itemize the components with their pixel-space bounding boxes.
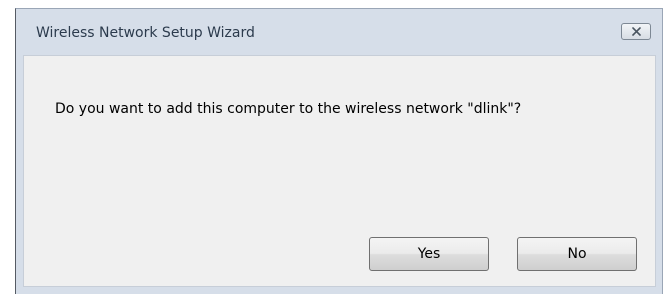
- no-button[interactable]: No: [517, 237, 637, 271]
- close-button[interactable]: [621, 23, 651, 40]
- yes-button[interactable]: Yes: [369, 237, 489, 271]
- title-bar[interactable]: Wireless Network Setup Wizard: [16, 9, 662, 55]
- dialog-window: Wireless Network Setup Wizard Do you wan…: [15, 8, 663, 294]
- close-icon: [631, 27, 642, 36]
- window-title: Wireless Network Setup Wizard: [36, 25, 255, 41]
- dialog-content: Do you want to add this computer to the …: [23, 55, 656, 287]
- dialog-message: Do you want to add this computer to the …: [55, 101, 522, 117]
